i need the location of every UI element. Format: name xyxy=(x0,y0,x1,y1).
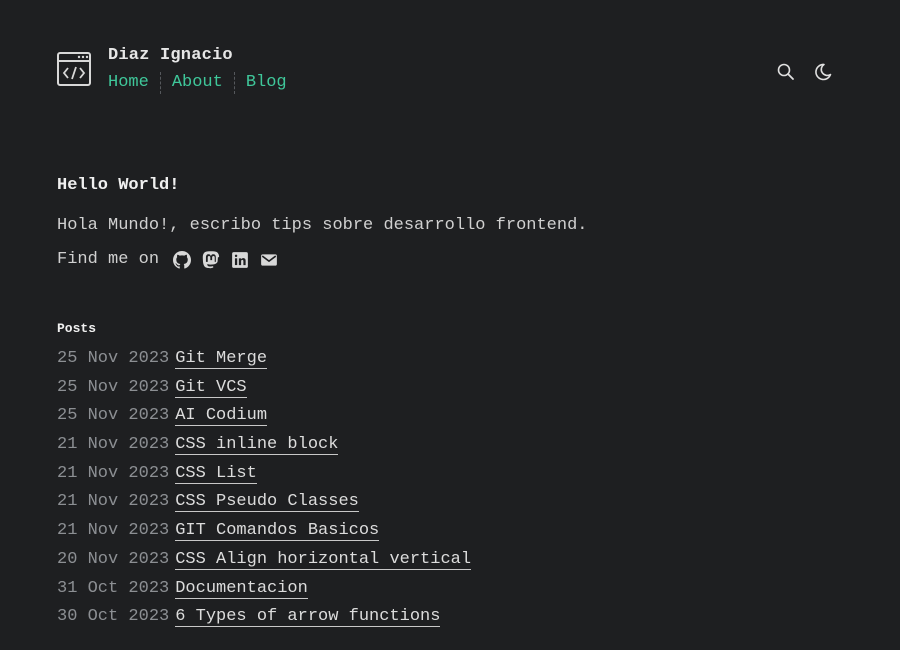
post-date: 21 Nov 2023 xyxy=(57,463,170,483)
moon-icon[interactable] xyxy=(813,62,833,82)
nav-about[interactable]: About xyxy=(161,72,234,94)
post-link[interactable]: CSS inline block xyxy=(175,435,339,456)
post-date: 30 Oct 2023 xyxy=(57,607,170,627)
nav-home[interactable]: Home xyxy=(108,72,160,94)
post-link[interactable]: Documentacion xyxy=(175,579,308,599)
github-icon[interactable] xyxy=(173,250,192,269)
post-link[interactable]: AI Codium xyxy=(175,406,268,427)
linkedin-icon[interactable] xyxy=(231,251,249,269)
post-link[interactable]: CSS Pseudo Classes xyxy=(175,492,359,513)
post-link[interactable]: CSS Align horizontal vertical xyxy=(175,550,472,570)
post-item: 31 Oct 2023 Documentacion xyxy=(57,579,471,608)
posts-heading: Posts xyxy=(57,321,97,336)
mastodon-icon[interactable] xyxy=(202,250,220,269)
nav-blog[interactable]: Blog xyxy=(235,72,298,94)
post-date: 25 Nov 2023 xyxy=(57,349,170,368)
hero-intro: Hola Mundo!, escribo tips sobre desarrol… xyxy=(57,216,588,235)
main-nav: Home About Blog xyxy=(108,72,298,94)
post-link[interactable]: GIT Comandos Basicos xyxy=(175,521,380,542)
post-date: 21 Nov 2023 xyxy=(57,435,170,455)
hero-heading: Hello World! xyxy=(57,176,180,195)
post-item: 20 Nov 2023 CSS Align horizontal vertica… xyxy=(57,549,472,579)
post-item: 21 Nov 2023 GIT Comandos Basicos xyxy=(57,521,471,550)
post-date: 25 Nov 2023 xyxy=(57,406,170,426)
post-link[interactable]: Git Merge xyxy=(175,349,268,369)
page: Diaz Ignacio Home About Blog Hello World… xyxy=(0,0,900,650)
search-icon[interactable] xyxy=(776,62,796,82)
post-date: 21 Nov 2023 xyxy=(57,521,170,541)
post-link[interactable]: 6 Types of arrow functions xyxy=(175,607,441,628)
post-item: 30 Oct 2023 6 Types of arrow functions xyxy=(57,607,471,636)
post-link[interactable]: CSS List xyxy=(175,464,257,484)
post-date: 25 Nov 2023 xyxy=(57,377,170,397)
post-date: 20 Nov 2023 xyxy=(57,549,170,569)
posts-list: 25 Nov 2023 Git Merge 25 Nov 2023 Git VC… xyxy=(57,349,472,636)
post-date: 31 Oct 2023 xyxy=(57,578,170,598)
post-date: 21 Nov 2023 xyxy=(57,492,170,512)
post-link[interactable]: Git VCS xyxy=(175,378,247,398)
post-item: 21 Nov 2023 CSS Pseudo Classes xyxy=(57,492,471,521)
email-icon[interactable] xyxy=(260,251,278,269)
find-me-row: Find me on xyxy=(57,250,278,269)
code-window-icon[interactable] xyxy=(57,52,91,86)
find-me-label: Find me on xyxy=(57,250,160,269)
post-item: 25 Nov 2023 Git Merge xyxy=(57,349,471,378)
post-item: 25 Nov 2023 AI Codium xyxy=(57,406,471,435)
social-links xyxy=(173,250,278,269)
post-item: 21 Nov 2023 CSS inline block xyxy=(57,435,471,464)
post-item: 21 Nov 2023 CSS List xyxy=(57,464,471,493)
site-title[interactable]: Diaz Ignacio xyxy=(108,46,233,65)
post-item: 25 Nov 2023 Git VCS xyxy=(57,378,471,407)
